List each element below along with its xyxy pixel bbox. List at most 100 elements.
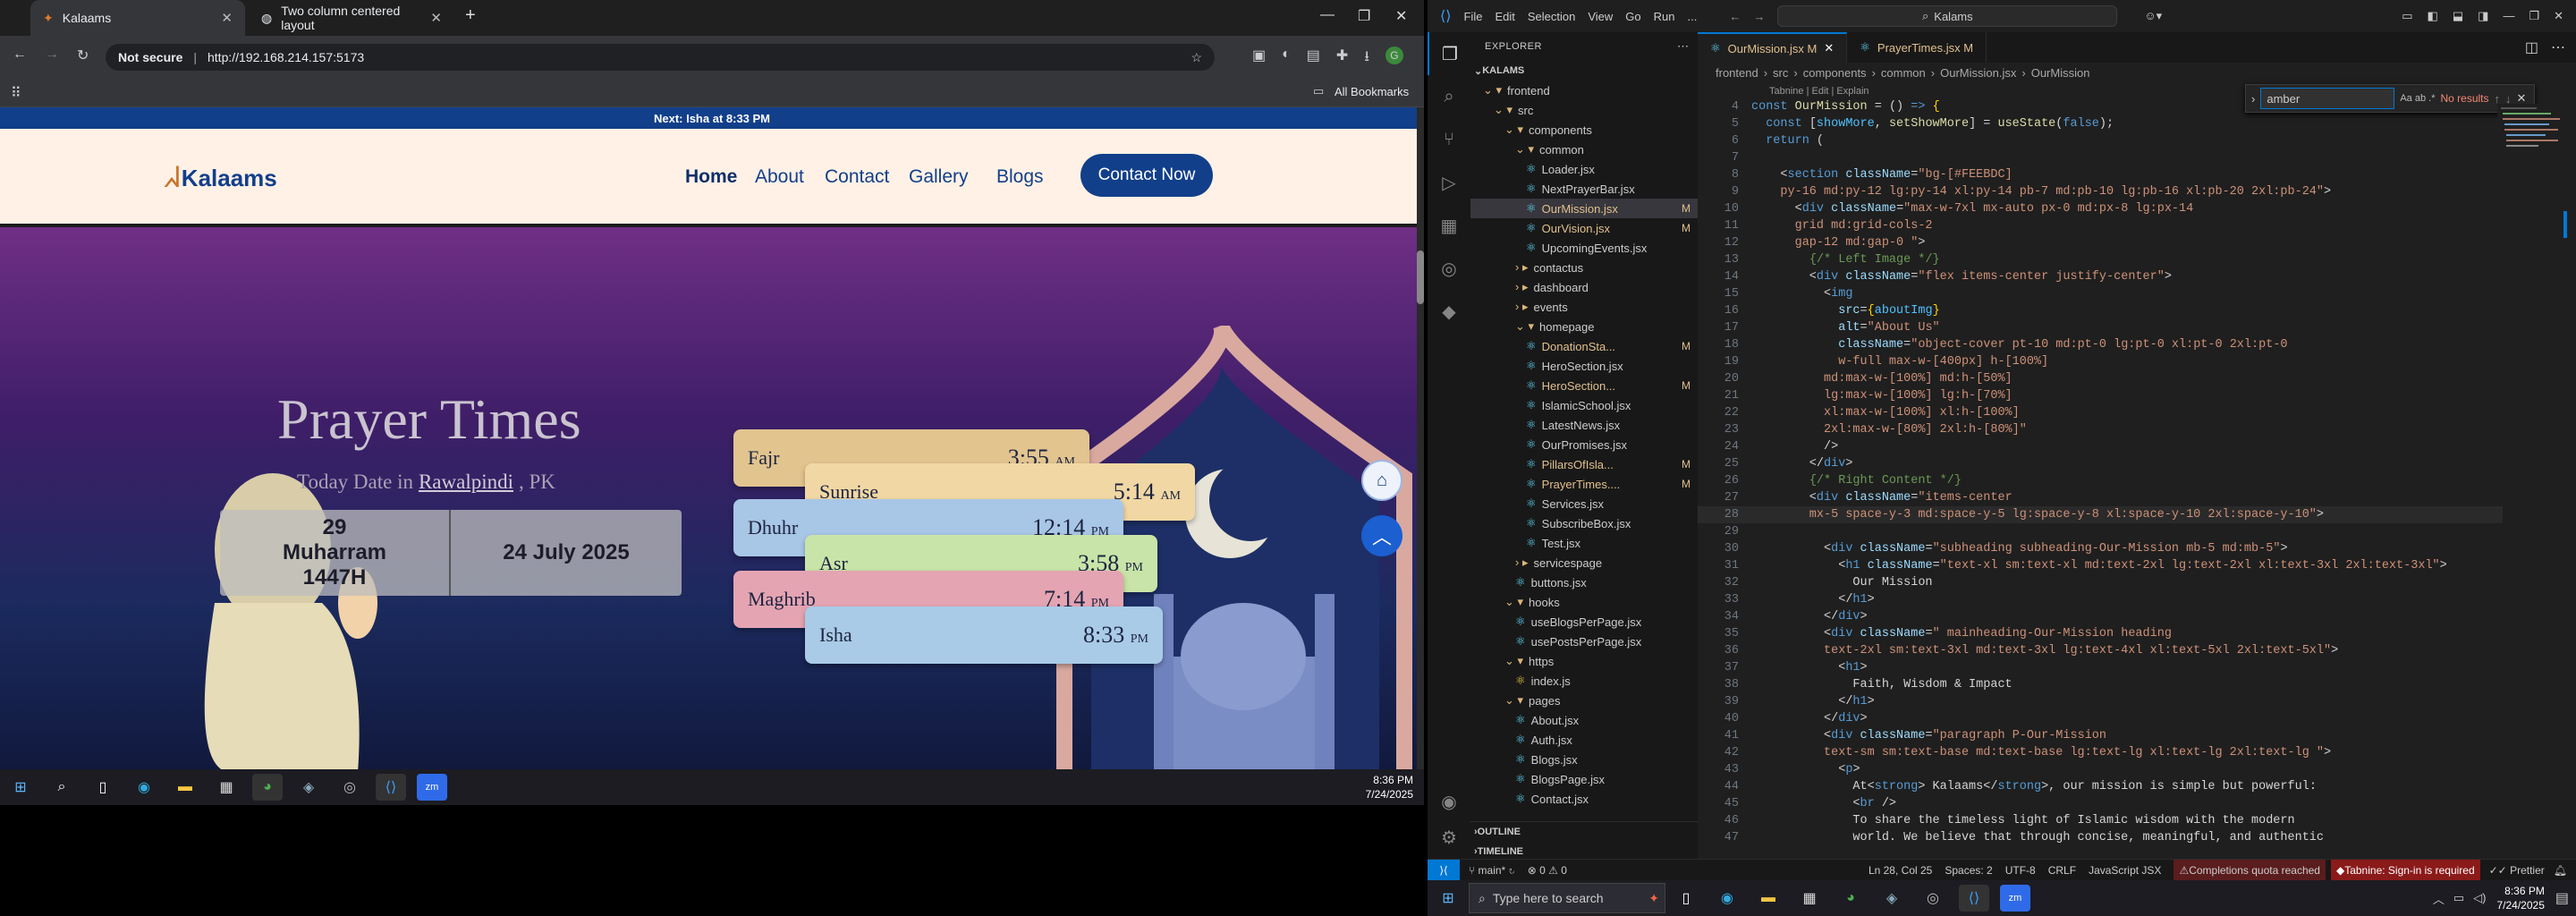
code-line[interactable]: 37 <h1> — [1698, 659, 2503, 676]
file-tree-item[interactable]: ⚛ SubscribeBox.jsx — [1470, 513, 1698, 533]
file-tree-item[interactable]: ⚛ IslamicSchool.jsx — [1470, 395, 1698, 415]
menu-item[interactable]: Selection — [1528, 10, 1575, 23]
code-line[interactable]: 41 <div className="paragraph P-Our-Missi… — [1698, 727, 2503, 744]
code-line[interactable]: 22 xl:max-w-[100%] xl:h-[100%] — [1698, 404, 2503, 421]
code-line[interactable]: 31 <h1 className="text-xl sm:text-xl md:… — [1698, 557, 2503, 574]
volume-icon[interactable]: ◁) — [2473, 891, 2486, 905]
secondary-sidebar-icon[interactable]: ◨ — [2478, 9, 2488, 23]
indentation[interactable]: Spaces: 2 — [1945, 864, 1992, 877]
code-line[interactable]: 34 </div> — [1698, 608, 2503, 625]
code-line[interactable]: 44 At<strong> Kalaams</strong>, our miss… — [1698, 778, 2503, 795]
code-line[interactable]: 24 /> — [1698, 438, 2503, 455]
close-tab-icon[interactable]: ✕ — [221, 10, 233, 26]
notifications-bell-icon[interactable]: 🔔︎ — [2554, 864, 2567, 877]
nav-home[interactable]: Home — [685, 166, 737, 188]
code-line[interactable]: 14 <div className="flex items-center jus… — [1698, 268, 2503, 285]
split-editor-icon[interactable]: ◫ — [2525, 38, 2538, 56]
folder-tree-item[interactable]: › ▸ dashboard — [1470, 277, 1698, 297]
address-bar[interactable]: Not secure | http://192.168.214.157:5173… — [106, 44, 1215, 71]
contact-now-button[interactable]: Contact Now — [1080, 154, 1213, 197]
code-line[interactable]: 12 gap-12 md:gap-0 "> — [1698, 234, 2503, 251]
file-tree-item[interactable]: ⚛ OurMission.jsx M — [1470, 199, 1698, 218]
language-mode[interactable]: JavaScript JSX — [2089, 864, 2161, 877]
file-tree-item[interactable]: ⚛ OurPromises.jsx — [1470, 435, 1698, 454]
menu-item[interactable]: Go — [1625, 10, 1640, 23]
file-tree-item[interactable]: ⚛ PrayerTimes.... M — [1470, 474, 1698, 494]
code-line[interactable]: 45 <br /> — [1698, 795, 2503, 812]
file-explorer-icon[interactable]: ▬ — [1753, 885, 1784, 912]
code-line[interactable]: 17 alt="About Us" — [1698, 319, 2503, 336]
folder-tree-item[interactable]: ⌄ ▾ common — [1470, 140, 1698, 159]
page-scrollbar[interactable] — [1417, 107, 1424, 769]
nav-back-icon[interactable]: ← — [1729, 10, 1741, 23]
folder-tree-item[interactable]: ⌄ ▾ frontend — [1470, 81, 1698, 100]
code-line[interactable]: 5 const [showMore, setShowMore] = useSta… — [1698, 115, 2503, 132]
nav-forward-icon[interactable]: → — [1753, 10, 1765, 23]
edge-icon[interactable]: ◉ — [1712, 885, 1742, 912]
clock[interactable]: 8:36 PM 7/24/2025 — [1366, 773, 1413, 802]
file-tree-item[interactable]: ⚛ useBlogsPerPage.jsx — [1470, 612, 1698, 632]
more-actions-icon[interactable]: ⋯ — [1677, 39, 1689, 54]
file-tree-item[interactable]: ⚛ Blogs.jsx — [1470, 750, 1698, 769]
command-center-search[interactable]: ⌕ Kalams — [1777, 5, 2118, 27]
code-line[interactable]: 40 </div> — [1698, 710, 2503, 727]
file-tree-item[interactable]: ⚛ LatestNews.jsx — [1470, 415, 1698, 435]
code-line[interactable]: 13 {/* Left Image */} — [1698, 251, 2503, 268]
editor-tab-ourmission[interactable]: ⚛ OurMission.jsx M ✕ — [1698, 32, 1848, 63]
code-line[interactable]: 23 2xl:max-w-[80%] 2xl:h-[80%]" — [1698, 421, 2503, 438]
code-line[interactable]: 10 <div className="max-w-7xl mx-auto px-… — [1698, 200, 2503, 217]
tabnine-status[interactable]: ◆ Tabnine: Sign-in is required — [2330, 859, 2480, 881]
extension-icon[interactable]: ▤ — [1307, 47, 1320, 71]
file-tree-item[interactable]: ⚛ HeroSection.jsx — [1470, 356, 1698, 376]
tabnine-icon[interactable]: ◆ — [1428, 290, 1470, 333]
vscode-icon[interactable]: ⟨⟩ — [1959, 885, 1989, 912]
run-debug-icon[interactable]: ▷ — [1428, 161, 1470, 204]
code-line[interactable]: 19 w-full max-w-[400px] h-[100%] — [1698, 353, 2503, 370]
browser-tab[interactable]: ◍ Two column centered layout ✕ — [249, 0, 454, 36]
nav-blogs[interactable]: Blogs — [996, 166, 1044, 188]
code-line[interactable]: 26 {/* Right Content */} — [1698, 472, 2503, 489]
file-tree-item[interactable]: ⚛ UpcomingEvents.jsx — [1470, 238, 1698, 258]
folder-tree-item[interactable]: › ▸ events — [1470, 297, 1698, 317]
close-window-icon[interactable]: ✕ — [2554, 9, 2563, 23]
nav-about[interactable]: About — [755, 166, 804, 188]
cursor-position[interactable]: Ln 28, Col 25 — [1868, 864, 1932, 877]
code-line[interactable]: 30 <div className="subheading subheading… — [1698, 540, 2503, 557]
breadcrumb-item[interactable]: frontend — [1716, 66, 1758, 80]
sidebar-toggle-icon[interactable]: ◧ — [2428, 9, 2438, 23]
copilot-quota-status[interactable]: ⚠ Completions quota reached — [2174, 859, 2326, 881]
github-icon[interactable]: ◎ — [1918, 885, 1948, 912]
outline-section[interactable]: › OUTLINE › TIMELINE — [1470, 821, 1698, 861]
extension-icon[interactable]: ▣ — [1252, 47, 1266, 71]
close-window-icon[interactable]: ✕ — [1395, 7, 1407, 25]
restore-icon[interactable]: ❐ — [1358, 7, 1370, 25]
file-tree-item[interactable]: ⚛ Contact.jsx — [1470, 789, 1698, 809]
chat-bubble-icon[interactable]: ⌂ — [1361, 460, 1402, 501]
app-icon[interactable]: ◈ — [293, 774, 324, 801]
windows-start-icon[interactable]: ⊞ — [1433, 885, 1463, 912]
reload-icon[interactable]: ↻ — [77, 47, 89, 64]
zoom-icon[interactable]: zm — [417, 774, 447, 801]
code-line[interactable]: 42 text-sm sm:text-base md:text-base lg:… — [1698, 744, 2503, 761]
file-tree-item[interactable]: ⚛ Loader.jsx — [1470, 159, 1698, 179]
menu-item[interactable]: View — [1588, 10, 1613, 23]
code-line[interactable]: 18 className="object-cover pt-10 md:pt-0… — [1698, 336, 2503, 353]
github-icon[interactable]: ◎ — [1428, 247, 1470, 290]
minimap[interactable] — [2497, 104, 2569, 301]
folder-tree-item[interactable]: › ▸ contactus — [1470, 258, 1698, 277]
code-line[interactable]: 35 <div className=" mainheading-Our-Miss… — [1698, 625, 2503, 642]
breadcrumb-item[interactable]: OurMission — [2031, 66, 2090, 80]
file-explorer-icon[interactable]: ▬ — [170, 774, 200, 801]
browser-tab-active[interactable]: ✦ Kalaams ✕ — [30, 0, 245, 36]
code-line[interactable]: 25 </div> — [1698, 455, 2503, 472]
windows-start-icon[interactable]: ⊞ — [5, 774, 36, 801]
search-icon[interactable]: ⌕ — [1428, 75, 1470, 118]
explorer-icon[interactable]: ❐ — [1428, 32, 1470, 75]
close-tab-icon[interactable]: ✕ — [430, 10, 442, 26]
zoom-icon[interactable]: zm — [2000, 885, 2030, 912]
workspace-root[interactable]: ⌄ KALAMS — [1470, 61, 1698, 81]
taskbar-search-input[interactable]: ⌕ Type here to search ✦ — [1469, 883, 1665, 913]
breadcrumb-item[interactable]: src — [1773, 66, 1788, 80]
extension-icon[interactable]: ◐ — [1282, 47, 1291, 71]
file-tree-item[interactable]: ⚛ NextPrayerBar.jsx — [1470, 179, 1698, 199]
